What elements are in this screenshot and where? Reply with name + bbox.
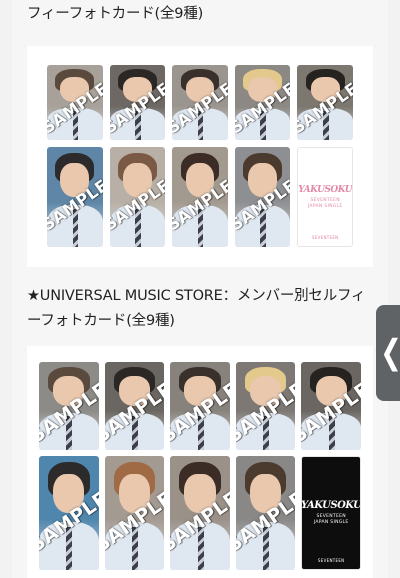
member-photocard: SAMPLE — [170, 455, 230, 570]
member-photocard: SAMPLE — [109, 65, 166, 140]
chevron-left-icon: ❮ — [380, 333, 400, 373]
top-caption: フィーフォトカード(全9種) — [27, 6, 204, 22]
logo-title: YAKUSOKU — [298, 184, 353, 195]
member-photocard: SAMPLE — [301, 362, 361, 450]
member-photocard: SAMPLE — [235, 362, 296, 450]
logo-subtitle-2: JAPAN SINGLE — [307, 203, 343, 209]
member-photocard: SAMPLE — [235, 455, 296, 570]
member-photocard: SAMPLE — [104, 455, 165, 570]
yakusoku-logo-card: YAKUSOKU SEVENTEEN JAPAN SINGLE SEVENTEEN — [297, 146, 353, 247]
member-photocard: SAMPLE — [109, 146, 166, 247]
yakusoku-logo-card: YAKUSOKU SEVENTEEN JAPAN SINGLE SEVENTEEN — [301, 455, 361, 570]
member-photocard: SAMPLE — [39, 455, 99, 570]
logo-footer: SEVENTEEN — [317, 558, 345, 563]
member-photocard: SAMPLE — [172, 146, 228, 247]
member-photocard: SAMPLE — [297, 65, 353, 140]
member-photocard: SAMPLE — [172, 65, 228, 140]
logo-subtitle-2: JAPAN SINGLE — [313, 520, 349, 526]
logo-title: YAKUSOKU — [301, 500, 361, 512]
member-photocard: SAMPLE — [47, 146, 103, 247]
logo-footer: SEVENTEEN — [311, 235, 339, 240]
photocard-grid-1: SAMPLE SAMPLE SAMPLE SAMPLE SAMPLE SAMPLE SAMP… — [47, 65, 353, 247]
member-photocard: SAMPLE — [234, 65, 291, 140]
member-photocard: SAMPLE — [104, 362, 165, 450]
side-tab-button[interactable]: ❮ — [376, 305, 400, 401]
photocard-panel-1: SAMPLE SAMPLE SAMPLE SAMPLE SAMPLE SAMPLE SAMP… — [27, 46, 373, 267]
section-caption: ★UNIVERSAL MUSIC STORE：メンバー別セルフィーフォトカード(… — [27, 288, 366, 329]
member-photocard: SAMPLE — [47, 65, 103, 140]
logo-subtitle: SEVENTEEN — [310, 197, 340, 203]
logo-subtitle: SEVENTEEN — [316, 514, 346, 520]
member-photocard: SAMPLE — [234, 146, 291, 247]
photocard-panel-2: SAMPLE SAMPLE SAMPLE SAMPLE SAMPLE SAMPLE SAMP… — [27, 346, 373, 578]
photocard-grid-2: SAMPLE SAMPLE SAMPLE SAMPLE SAMPLE SAMPLE SAMP… — [39, 362, 361, 570]
member-photocard: SAMPLE — [170, 362, 230, 450]
member-photocard: SAMPLE — [39, 362, 99, 450]
